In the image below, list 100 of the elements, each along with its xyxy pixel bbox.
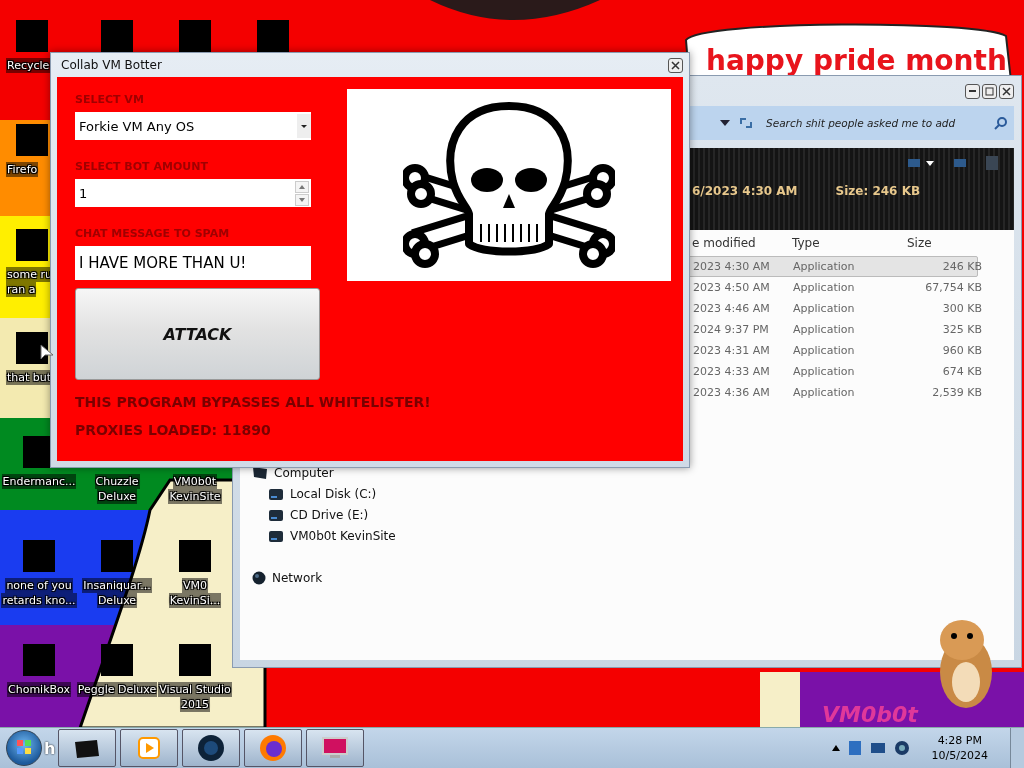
close-button[interactable] (668, 57, 683, 73)
windows-logo-icon (16, 738, 32, 755)
browser-icon (259, 734, 287, 762)
wallpaper-logo-text: VM0b0t (822, 702, 918, 727)
table-cell-text: Application (793, 302, 856, 315)
globe-icon (197, 734, 225, 762)
clock[interactable]: 4:28 PM 10/5/2024 (917, 733, 1002, 763)
window-title: Collab VM Botter (60, 58, 162, 72)
pane-icon[interactable] (954, 158, 966, 168)
table-cell-text: 2,539 KB (931, 386, 982, 399)
desktop-icon-label[interactable]: Firefo (6, 162, 39, 177)
dropdown-caret-icon[interactable] (720, 120, 730, 126)
spin-up-button[interactable] (295, 180, 309, 193)
desktop-icon-label[interactable]: KevinSite (168, 489, 222, 504)
attack-button[interactable]: ATTACK (75, 288, 320, 380)
search-field[interactable]: Search shit people asked me to add (766, 117, 994, 129)
desktop-icon-label[interactable]: none of you (5, 578, 73, 593)
field-label: SELECT BOT AMOUNT (75, 160, 209, 173)
date-modified-text: 6/2023 4:30 AM (692, 184, 798, 198)
close-button[interactable] (999, 83, 1014, 99)
column-header[interactable]: e modified (692, 236, 792, 250)
vm-dropdown[interactable]: Forkie VM Any OS (75, 112, 311, 140)
field-label: CHAT MESSAGE TO SPAM (75, 227, 231, 240)
desktop-icon-label[interactable]: Deluxe (96, 489, 138, 504)
table-cell-text: Application (793, 281, 856, 294)
desktop-icon-label[interactable]: ran a (6, 282, 37, 297)
table-cell-text: Application (793, 260, 856, 273)
desktop-icon-label[interactable]: Visual Studio (158, 682, 232, 697)
table-cell-text: 960 KB (941, 344, 982, 357)
desktop-icon-label[interactable]: KevinSi... (168, 593, 222, 608)
table-cell-text: 674 KB (941, 365, 982, 378)
desktop-icon-label[interactable]: Insaniquar... (82, 578, 152, 593)
table-cell-text: Application (793, 344, 856, 357)
table-cell-text: 2023 4:46 AM (693, 302, 771, 315)
tree-item[interactable]: VM0b0t KevinSite (290, 529, 396, 543)
view-icon[interactable] (908, 158, 934, 168)
time-text: 4:28 PM (937, 733, 982, 748)
desktop-icon-label[interactable]: Deluxe (96, 593, 138, 608)
maximize-button[interactable] (982, 83, 997, 99)
tray-icon[interactable] (847, 740, 862, 756)
play-icon (137, 736, 161, 760)
file-size-text: Size: 246 KB (835, 184, 921, 198)
caret-up-icon[interactable] (831, 745, 840, 751)
drive-icon (268, 508, 284, 522)
blacked-out-icon[interactable] (16, 332, 48, 364)
desktop-icon-label[interactable]: ChomikBox (7, 682, 71, 697)
network-tray-icon[interactable] (869, 742, 886, 754)
tree-item[interactable]: Local Disk (C:) (290, 487, 377, 501)
table-cell-text: 2023 4:50 AM (693, 281, 771, 294)
tree-item[interactable]: Computer (274, 466, 334, 480)
minimize-button[interactable] (965, 83, 980, 99)
taskbar-app-button[interactable] (58, 729, 116, 767)
caret-icon (297, 114, 311, 138)
column-header[interactable]: Size (907, 236, 981, 250)
table-cell-text: 325 KB (941, 323, 982, 336)
table-cell-text: 2023 4:33 AM (693, 365, 771, 378)
maximize-icon (985, 86, 994, 96)
spin-down-button[interactable] (295, 193, 309, 206)
wallpaper-text: happy pride month (706, 44, 1007, 77)
close-icon (1002, 86, 1011, 96)
monitor-icon (320, 736, 350, 760)
table-cell-text: 300 KB (941, 302, 982, 315)
search-icon (994, 116, 1008, 130)
taskbar-app-button[interactable] (120, 729, 178, 767)
cursor-icon (40, 344, 54, 362)
status-text: THIS PROGRAM BYPASSES ALL WHITELISTER! (75, 394, 431, 410)
date-text: 10/5/2024 (931, 748, 988, 763)
desktop-icon-label[interactable]: Recycle (6, 58, 51, 73)
bot-amount-spinner[interactable]: 1 (75, 179, 311, 207)
tree-item[interactable]: Network (272, 571, 323, 585)
desktop-icon-label[interactable]: retards kno... (1, 593, 77, 608)
close-icon (671, 60, 680, 70)
column-header[interactable]: Type (792, 236, 907, 250)
table-cell-text: 2023 4:30 AM (693, 260, 771, 273)
tree-item[interactable]: CD Drive (E:) (290, 508, 369, 522)
computer-icon (252, 466, 268, 480)
speaker-icon[interactable] (893, 740, 910, 756)
desktop-icon-label[interactable]: VM0 (182, 578, 208, 593)
desktop-icon-label[interactable]: Chuzzle (94, 474, 140, 489)
table-cell-text: Application (793, 323, 856, 336)
desktop-icon-label[interactable]: VM0b0t (172, 474, 218, 489)
table-cell-text: 2023 4:36 AM (693, 386, 771, 399)
taskbar-app-button[interactable] (182, 729, 240, 767)
caret-down-icon (299, 197, 305, 202)
table-cell-text: Application (793, 386, 856, 399)
message-field[interactable]: I HAVE MORE THAN U! (75, 246, 311, 280)
drive-icon (268, 529, 284, 543)
status-text: PROXIES LOADED: 11890 (75, 422, 271, 438)
table-cell-text: 67,754 KB (924, 281, 982, 294)
field-label: SELECT VM (75, 93, 145, 106)
taskbar-text: h (44, 738, 57, 758)
globe-icon (252, 571, 266, 585)
start-button[interactable] (6, 730, 42, 766)
desktop-icon-label[interactable]: Endermanc... (1, 474, 77, 489)
refresh-icon[interactable] (738, 116, 754, 130)
caret-up-icon (299, 184, 305, 189)
table-cell-text: Application (793, 365, 856, 378)
drive-icon (268, 487, 284, 501)
table-cell-text: 2024 9:37 PM (693, 323, 770, 336)
table-cell-text: 2023 4:31 AM (693, 344, 771, 357)
